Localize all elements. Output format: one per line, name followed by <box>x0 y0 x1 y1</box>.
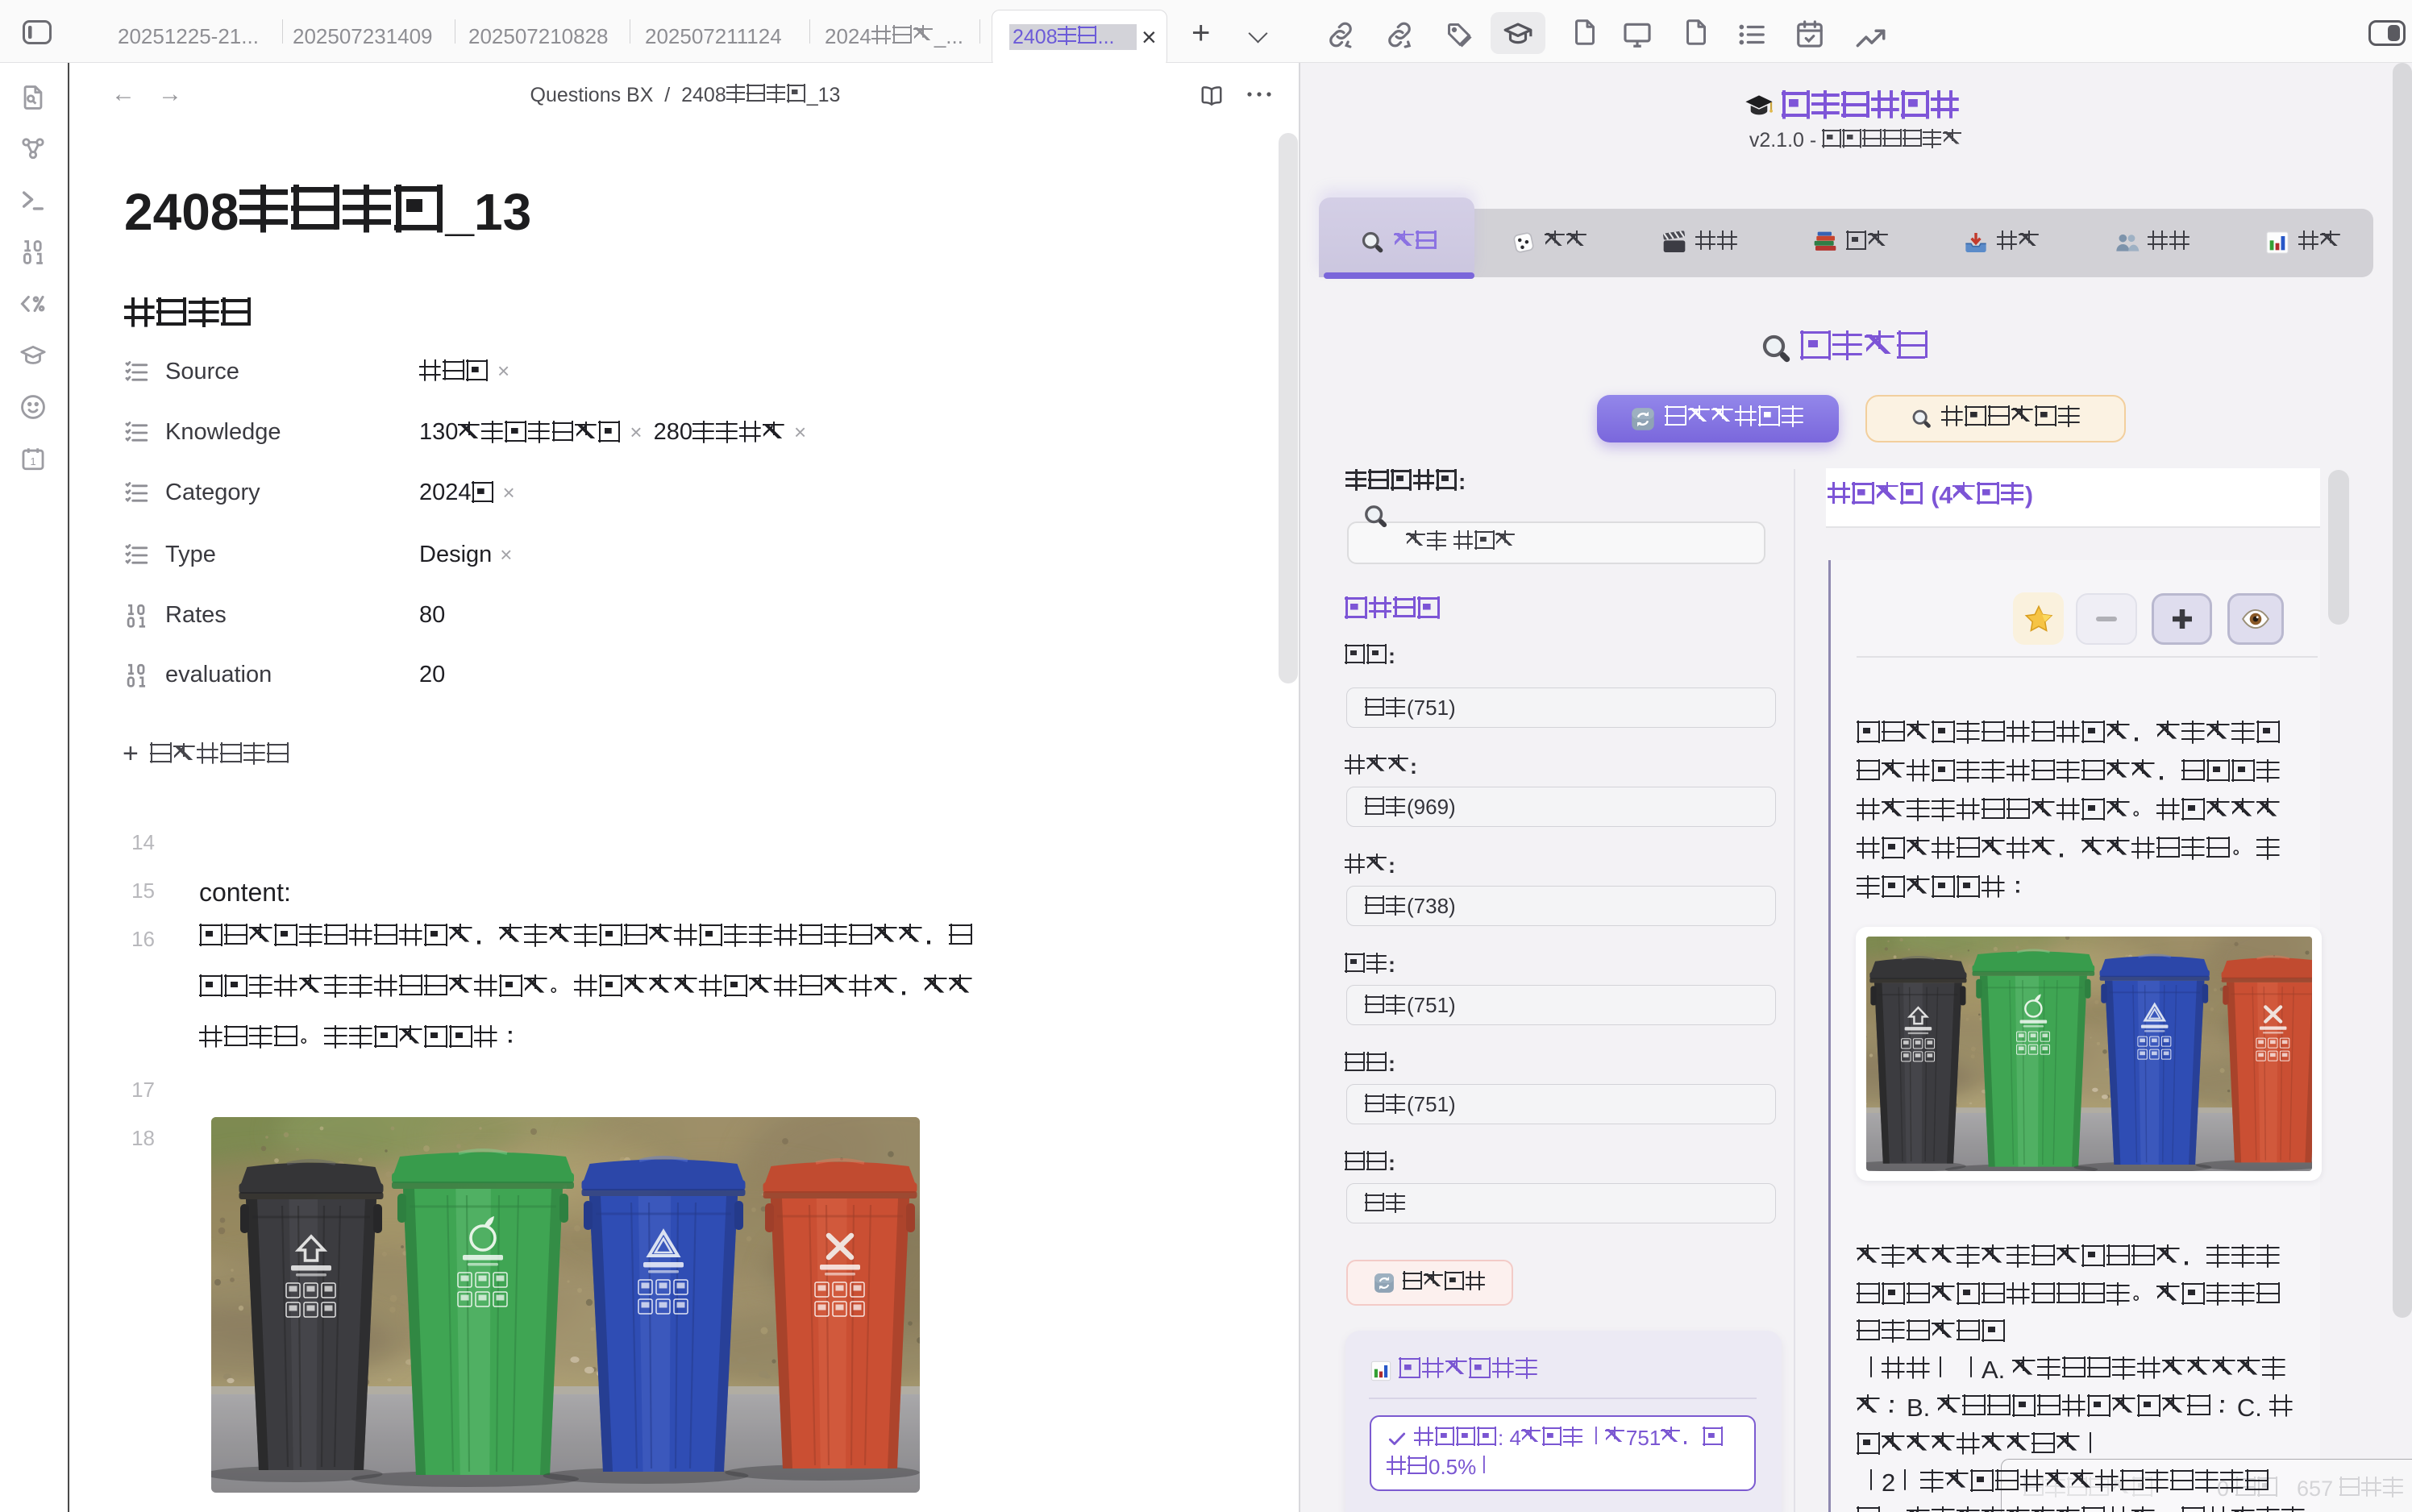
svg-text:1: 1 <box>30 455 35 467</box>
